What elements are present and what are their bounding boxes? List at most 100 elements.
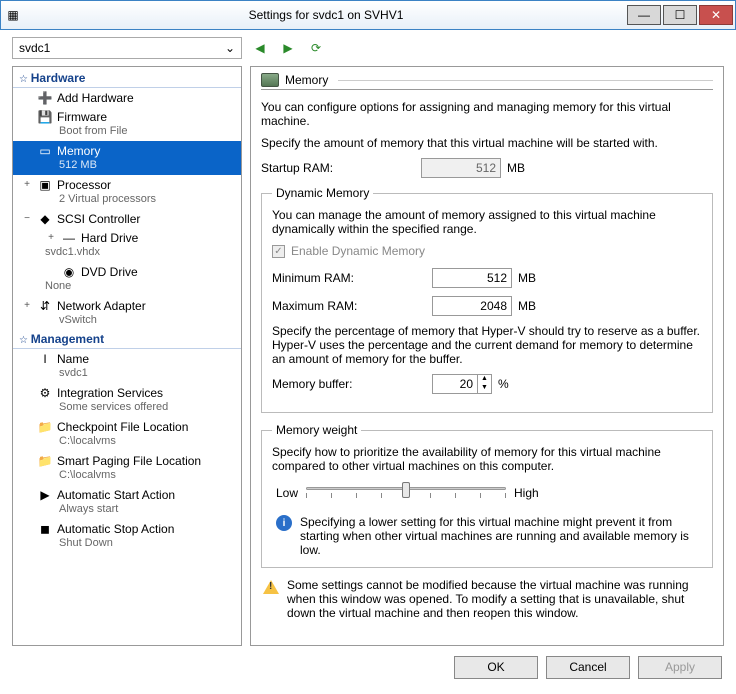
tree-item-icon: 💾: [37, 109, 53, 125]
close-button[interactable]: ✕: [699, 5, 733, 25]
slider-high-label: High: [514, 486, 539, 500]
chevron-down-icon: ⌄: [225, 41, 235, 55]
tree-item-icon: 📁: [37, 419, 53, 435]
tree-item-icon: ▭: [37, 143, 53, 159]
tree-item-icon: I: [37, 351, 53, 367]
vm-selector[interactable]: svdc1 ⌄: [12, 37, 242, 59]
cancel-button[interactable]: Cancel: [546, 656, 630, 679]
tree-item-icon: ▣: [37, 177, 53, 193]
tree-item[interactable]: −◆ SCSI Controller: [13, 209, 241, 228]
tree-item-icon: ⇵: [37, 298, 53, 314]
tree-item-icon: ◆: [37, 211, 53, 227]
min-ram-label: Minimum RAM:: [272, 271, 432, 285]
titlebar: ▦ Settings for svdc1 on SVHV1 — ☐ ✕: [0, 0, 736, 30]
tree-item-sub: Some services offered: [21, 401, 237, 416]
max-ram-input[interactable]: 2048: [432, 296, 512, 316]
tree-item[interactable]: ▭ Memory512 MB: [13, 141, 241, 175]
tree-item-label: Add Hardware: [57, 91, 134, 105]
section-management: Management: [13, 330, 241, 349]
tree-item-label: Automatic Start Action: [57, 488, 175, 502]
refresh-button[interactable]: ⟳: [306, 38, 326, 58]
vm-selector-value: svdc1: [19, 41, 50, 55]
tree-item-label: Processor: [57, 178, 111, 192]
tree-item-label: Checkpoint File Location: [57, 420, 188, 434]
tree-item[interactable]: ◉ DVD DriveNone: [13, 262, 241, 296]
weight-info-text: Specifying a lower setting for this virt…: [300, 515, 698, 557]
buffer-intro: Specify the percentage of memory that Hy…: [272, 324, 702, 366]
apply-button: Apply: [638, 656, 722, 679]
detail-panel: Memory You can configure options for ass…: [250, 66, 724, 646]
intro-text-2: Specify the amount of memory that this v…: [261, 136, 713, 150]
settings-tree[interactable]: Hardware ➕Add Hardware 💾 FirmwareBoot from…: [12, 66, 242, 646]
tree-item-label: Memory: [57, 144, 100, 158]
tree-item-icon: 📁: [37, 453, 53, 469]
tree-item[interactable]: ◼Automatic Stop ActionShut Down: [13, 519, 241, 553]
ok-button[interactable]: OK: [454, 656, 538, 679]
nav-forward-button[interactable]: ▶: [278, 38, 298, 58]
intro-text-1: You can configure options for assigning …: [261, 100, 713, 128]
tree-item[interactable]: ▶ Automatic Start ActionAlways start: [13, 485, 241, 519]
max-ram-label: Maximum RAM:: [272, 299, 432, 313]
tree-item-sub: C:\localvms: [21, 469, 237, 484]
buffer-label: Memory buffer:: [272, 377, 432, 391]
tree-item-label: Integration Services: [57, 386, 163, 400]
memory-weight-slider[interactable]: [306, 481, 506, 505]
min-ram-input[interactable]: 512: [432, 268, 512, 288]
tree-item[interactable]: ➕Add Hardware: [13, 88, 241, 107]
memory-weight-intro: Specify how to prioritize the availabili…: [272, 445, 702, 473]
window-title: Settings for svdc1 on SVHV1: [25, 8, 627, 22]
warning-icon: [263, 580, 279, 594]
slider-low-label: Low: [276, 486, 298, 500]
tree-item-sub: None: [21, 280, 237, 295]
tree-item-icon: ▶: [37, 487, 53, 503]
tree-item-sub: Boot from File: [21, 125, 237, 140]
enable-dynamic-memory-label: Enable Dynamic Memory: [291, 244, 425, 258]
expander-icon[interactable]: −: [21, 213, 33, 224]
info-icon: i: [276, 515, 292, 531]
tree-item-sub: 512 MB: [21, 159, 237, 174]
tree-item[interactable]: 💾 FirmwareBoot from File: [13, 107, 241, 141]
expander-icon[interactable]: +: [45, 232, 57, 243]
tree-item-sub: C:\localvms: [21, 435, 237, 450]
checkbox-icon: ✓: [272, 245, 285, 258]
stepper-down-icon[interactable]: ▼: [478, 384, 491, 393]
minimize-button[interactable]: —: [627, 5, 661, 25]
warning-text: Some settings cannot be modified because…: [287, 578, 711, 620]
tree-item-sub: svdc1.vhdx: [21, 246, 237, 261]
toolbar: svdc1 ⌄ ◀ ▶ ⟳: [0, 30, 736, 66]
tree-item[interactable]: 📁 Checkpoint File LocationC:\localvms: [13, 417, 241, 451]
tree-item[interactable]: + ▣ Processor2 Virtual processors: [13, 175, 241, 209]
tree-item[interactable]: +⇵Network AdaptervSwitch: [13, 296, 241, 330]
tree-item[interactable]: ⚙ Integration ServicesSome services offer…: [13, 383, 241, 417]
tree-item-label: Network Adapter: [57, 299, 146, 313]
expander-icon[interactable]: +: [21, 179, 33, 190]
dialog-buttons: OK Cancel Apply: [0, 646, 736, 688]
tree-item-icon: —: [61, 230, 77, 246]
tree-item-icon: ⚙: [37, 385, 53, 401]
maximize-button[interactable]: ☐: [663, 5, 697, 25]
panel-title: Memory: [285, 73, 328, 87]
tree-item-label: DVD Drive: [81, 265, 138, 279]
tree-item-label: Firmware: [57, 110, 107, 124]
section-hardware: Hardware: [13, 69, 241, 88]
nav-back-button[interactable]: ◀: [250, 38, 270, 58]
tree-item-sub: svdc1: [21, 367, 237, 382]
tree-item[interactable]: +—Hard Drivesvdc1.vhdx: [13, 228, 241, 262]
expander-icon[interactable]: +: [21, 300, 33, 311]
buffer-value: 20: [433, 375, 477, 393]
tree-item-label: SCSI Controller: [57, 212, 140, 226]
slider-thumb[interactable]: [402, 482, 410, 498]
stepper-up-icon[interactable]: ▲: [478, 375, 491, 384]
dynamic-memory-legend: Dynamic Memory: [272, 186, 373, 200]
tree-item-label: Smart Paging File Location: [57, 454, 201, 468]
tree-item[interactable]: INamesvdc1: [13, 349, 241, 383]
tree-item-sub: 2 Virtual processors: [21, 193, 237, 208]
app-icon: ▦: [1, 8, 25, 22]
tree-item[interactable]: 📁 Smart Paging File LocationC:\localvms: [13, 451, 241, 485]
tree-item-label: Automatic Stop Action: [57, 522, 174, 536]
tree-item-icon: ◼: [37, 521, 53, 537]
dynamic-memory-intro: You can manage the amount of memory assi…: [272, 208, 702, 236]
tree-item-sub: Always start: [21, 503, 237, 518]
tree-item-icon: ◉: [61, 264, 77, 280]
memory-buffer-input[interactable]: 20 ▲▼: [432, 374, 492, 394]
